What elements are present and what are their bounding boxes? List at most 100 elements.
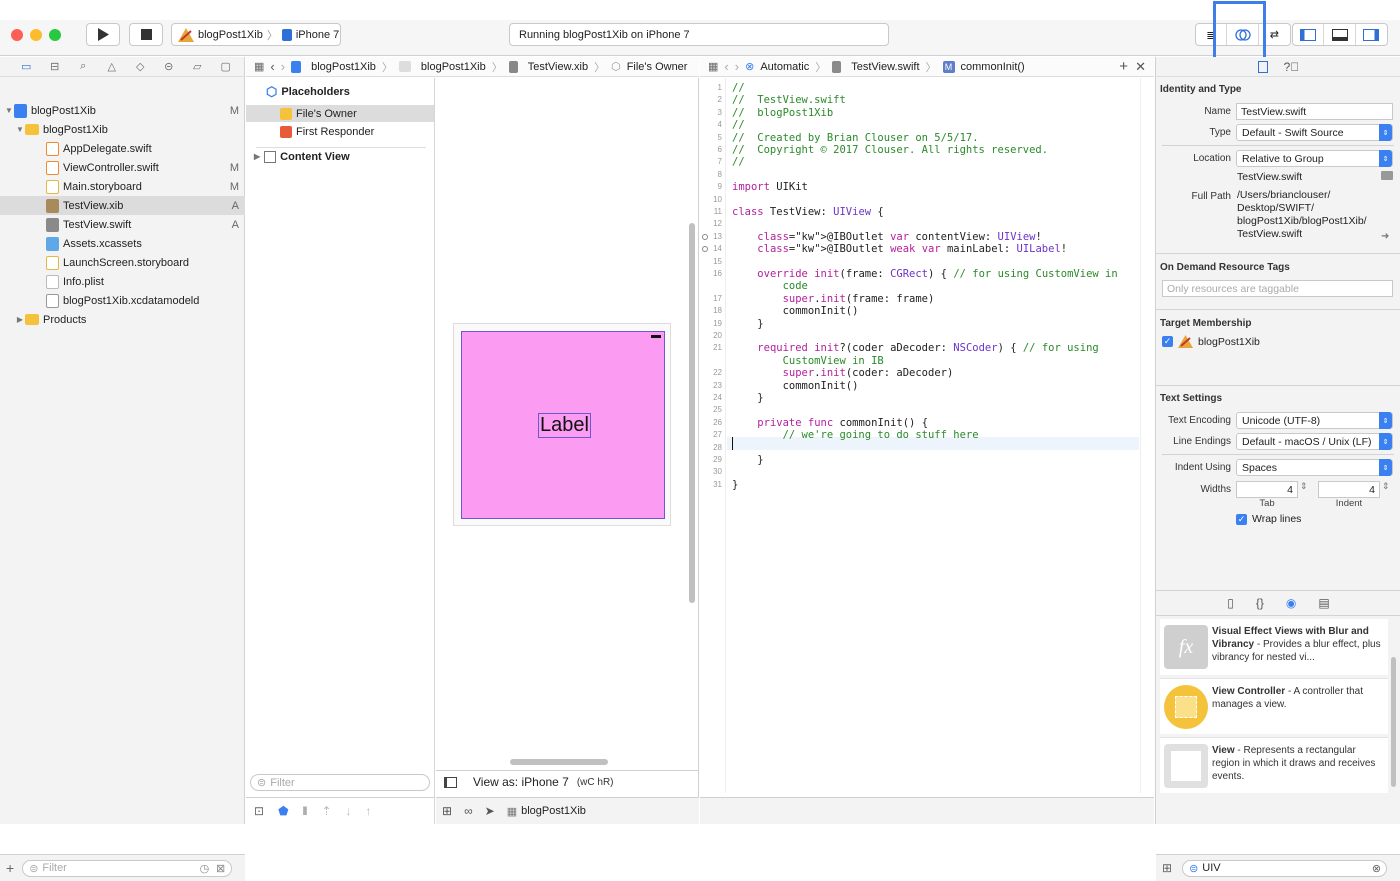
stop-button[interactable]	[129, 23, 163, 46]
report-icon[interactable]: ▢	[212, 58, 241, 76]
jump-item-file[interactable]: TestView.xib	[528, 61, 588, 73]
disclosure-down-icon[interactable]: ▼	[15, 125, 25, 134]
jump-item-project[interactable]: blogPost1Xib	[311, 61, 376, 73]
add-editor-icon[interactable]: +	[1119, 58, 1128, 75]
memory-graph-icon[interactable]: ∞	[464, 804, 473, 818]
forward-arrow-icon[interactable]: ›	[735, 59, 739, 74]
library-scrollbar[interactable]	[1391, 657, 1396, 787]
editor-scroll-gutter[interactable]	[1140, 78, 1154, 793]
close-window-button[interactable]	[11, 29, 23, 41]
media-library-icon[interactable]: ▤	[1318, 596, 1329, 610]
toggle-inspector-button[interactable]	[1356, 24, 1387, 45]
content-view[interactable]: Label	[461, 331, 665, 519]
indent-width-field[interactable]: 4	[1318, 481, 1380, 498]
wrap-lines-row[interactable]: ✓ Wrap lines	[1236, 513, 1301, 525]
add-icon[interactable]: +	[6, 860, 14, 876]
tree-row-file[interactable]: Main.storyboard M	[0, 177, 245, 196]
disclosure-right-icon[interactable]: ▶	[15, 315, 25, 324]
zoom-window-button[interactable]	[49, 29, 61, 41]
code-snippet-icon[interactable]: {}	[1256, 596, 1264, 610]
tree-row-file[interactable]: TestView.swift A	[0, 215, 245, 234]
stepper-icon[interactable]: ⇕	[1382, 481, 1390, 492]
tree-row-file[interactable]: Assets.xcassets	[0, 234, 245, 253]
checkbox-checked-icon[interactable]: ✓	[1236, 513, 1247, 525]
stepper-icon[interactable]: ⇕	[1300, 481, 1308, 492]
related-items-icon[interactable]: ▦	[254, 60, 264, 73]
outlet-connection-icon[interactable]	[702, 233, 708, 240]
tab-width-field[interactable]: 4	[1236, 481, 1298, 498]
close-editor-icon[interactable]: ✕	[1135, 59, 1146, 75]
library-filter-input[interactable]: ⊜ UIV ⊗	[1182, 859, 1388, 877]
minimize-window-button[interactable]	[30, 29, 42, 41]
xib-scene[interactable]: Label	[453, 323, 671, 526]
test-icon[interactable]: ◇	[126, 58, 155, 76]
outline-item-first-responder[interactable]: First Responder	[246, 123, 434, 140]
grid-view-icon[interactable]: ⊞	[1162, 861, 1172, 875]
reveal-arrow-icon[interactable]: ➜	[1381, 231, 1389, 242]
library-item-view[interactable]: View - Represents a rectangular region i…	[1160, 737, 1388, 793]
horizontal-scrollbar[interactable]	[510, 759, 608, 765]
warning-icon[interactable]: △	[98, 58, 127, 76]
location-popup[interactable]: Relative to Group ⇕	[1236, 150, 1393, 167]
tree-row-file-selected[interactable]: TestView.xib A	[0, 196, 245, 215]
forward-arrow-icon[interactable]: ›	[281, 59, 285, 74]
location-icon[interactable]: ➤	[485, 804, 495, 818]
name-field[interactable]: TestView.swift	[1236, 103, 1393, 120]
main-label[interactable]: Label	[538, 413, 591, 438]
type-popup[interactable]: Default - Swift Source ⇕	[1236, 124, 1393, 141]
run-button[interactable]	[86, 23, 120, 46]
source-control-icon[interactable]: ⊟	[41, 58, 70, 76]
outline-item-files-owner[interactable]: File's Owner	[246, 105, 434, 122]
object-library-icon[interactable]: ◉	[1286, 596, 1296, 610]
disclosure-right-icon[interactable]: ▶	[254, 152, 260, 161]
tree-row-file[interactable]: AppDelegate.swift	[0, 139, 245, 158]
indent-using-popup[interactable]: Spaces ⇕	[1236, 459, 1393, 476]
scm-filter-icon[interactable]: ⊠	[216, 862, 225, 875]
jump-item-object[interactable]: File's Owner	[627, 61, 688, 73]
vertical-scrollbar[interactable]	[689, 223, 695, 603]
breakpoint-icon[interactable]: ▱	[183, 58, 212, 76]
debug-target[interactable]: ▦ blogPost1Xib	[507, 805, 586, 818]
checkbox-checked-icon[interactable]: ✓	[1162, 336, 1173, 347]
navigator-filter-input[interactable]: ⊜ Filter ◷ ⊠	[22, 859, 233, 877]
quick-help-icon[interactable]: ?⃝	[1284, 60, 1300, 74]
view-as-bar[interactable]: View as: iPhone 7 (wC hR)	[444, 775, 614, 789]
clear-search-icon[interactable]: ⊗	[1372, 862, 1381, 875]
document-outline-toggle-icon[interactable]	[444, 776, 457, 788]
tree-row-file[interactable]: blogPost1Xib.xcdatamodeld	[0, 291, 245, 310]
tree-row-project[interactable]: ▼ blogPost1Xib M	[0, 101, 245, 120]
source-editor[interactable]: 1 2 3 4 5 6 7 8 9 10 11 12 13 14 15 16 17 18 19 20 21 22 23 24 2…	[700, 78, 1140, 793]
tree-row-group[interactable]: ▼ blogPost1Xib	[0, 120, 245, 139]
jump-item-method[interactable]: commonInit()	[961, 61, 1025, 73]
toggle-debug-area-button[interactable]	[1324, 24, 1356, 45]
disclosure-down-icon[interactable]: ▼	[4, 106, 14, 115]
tree-row-file[interactable]: ViewController.swift M	[0, 158, 245, 177]
toggle-navigator-button[interactable]	[1293, 24, 1325, 45]
file-inspector-icon[interactable]	[1257, 60, 1268, 73]
view-hierarchy-icon[interactable]: ⊞	[442, 804, 452, 818]
tree-row-file[interactable]: Info.plist	[0, 272, 245, 291]
related-items-icon[interactable]: ▦	[708, 60, 718, 73]
tag-icon[interactable]: ⬟	[278, 804, 288, 818]
debug-icon[interactable]: ⊝	[155, 58, 184, 76]
library-item-view-controller[interactable]: View Controller - A controller that mana…	[1160, 678, 1388, 734]
embed-icon[interactable]: ⊡	[254, 804, 264, 818]
lineendings-popup[interactable]: Default - macOS / Unix (LF) ⇕	[1236, 433, 1393, 450]
scheme-selector[interactable]: blogPost1Xib 〉 iPhone 7	[171, 23, 341, 46]
folder-icon[interactable]: ▭	[12, 58, 41, 76]
back-arrow-icon[interactable]: ‹	[270, 59, 274, 74]
library-item-visual-effect[interactable]: fx Visual Effect Views with Blur and Vib…	[1160, 619, 1388, 675]
step-out-icon[interactable]: ↑	[366, 804, 372, 818]
outline-filter-input[interactable]: ⊜ Filter	[250, 774, 430, 791]
step-over-icon[interactable]: ⇡	[321, 804, 331, 818]
tree-row-file[interactable]: LaunchScreen.storyboard	[0, 253, 245, 272]
back-arrow-icon[interactable]: ‹	[724, 59, 728, 74]
tree-row-group[interactable]: ▶ Products	[0, 310, 245, 329]
ondemand-tags-field[interactable]: Only resources are taggable	[1162, 280, 1393, 297]
search-icon[interactable]: ⌕	[69, 58, 98, 76]
outline-item-content-view[interactable]: ▶ Content View	[254, 148, 350, 165]
reveal-folder-icon[interactable]	[1381, 171, 1393, 180]
step-in-icon[interactable]: ↓	[346, 804, 352, 818]
target-membership-row[interactable]: ✓ blogPost1Xib	[1162, 335, 1260, 348]
encoding-popup[interactable]: Unicode (UTF-8) ⇕	[1236, 412, 1393, 429]
